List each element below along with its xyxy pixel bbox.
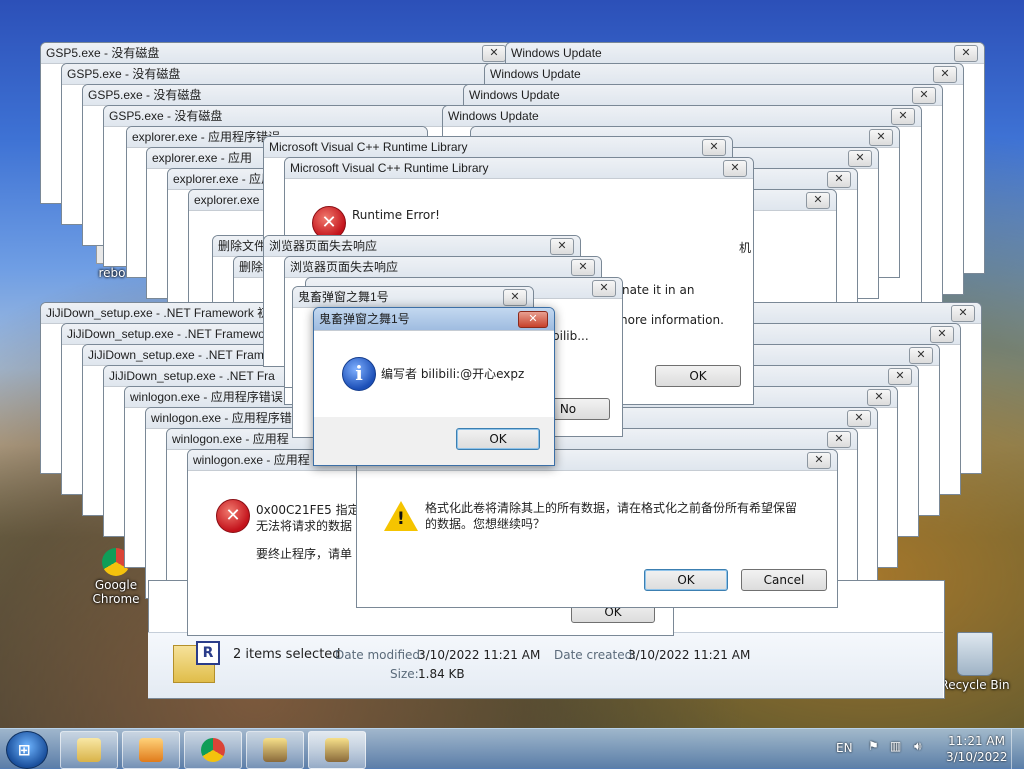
desktop-icon-label: rebo [98,266,126,280]
character-app-icon [325,738,349,762]
close-button[interactable]: ✕ [550,238,574,255]
close-button[interactable]: ✕ [482,45,506,62]
media-player-icon [139,738,163,762]
selected-count: 2 items selected [233,647,341,662]
network-icon[interactable]: ▥ [890,739,901,753]
volume-icon[interactable]: 🔊︎ [914,739,922,754]
close-button[interactable]: ✕ [702,139,726,156]
window-title: GSP5.exe - 没有磁盘 [62,64,532,85]
browser-message: bilib... [552,329,589,343]
desktop-icon-label: Google Chrome [92,578,140,606]
created-value: 3/10/2022 11:21 AM [628,648,751,662]
close-button[interactable]: ✕ [867,389,891,406]
close-button[interactable]: ✕ [912,87,936,104]
start-button[interactable]: ⊞ [6,731,48,769]
window-body: ! 格式化此卷将清除其上的所有数据，请在格式化之前备份所有希望保留 的数据。您想… [357,471,837,607]
windows-logo-icon: ⊞ [18,741,31,759]
close-button[interactable]: ✕ [848,150,872,167]
format-message-line-2: 的数据。您想继续吗？ [425,517,546,531]
ok-button[interactable]: OK [644,569,728,591]
runtime-error-heading: Runtime Error! [352,208,440,222]
window-title: Windows Update [464,85,942,106]
modified-value: 3/10/2022 11:21 AM [418,648,541,662]
cancel-button[interactable]: Cancel [741,569,827,591]
close-button[interactable]: ✕ [951,305,975,322]
folder-icon [77,738,101,762]
close-button[interactable]: ✕ [723,160,747,177]
explorer-details-pane: R 2 items selected Date modified: 3/10/2… [148,632,943,698]
ok-button[interactable]: OK [456,428,540,450]
error-line-2: 无法将请求的数据 [256,519,353,533]
close-button[interactable]: ✕ [888,368,912,385]
r-badge-icon: R [196,641,220,665]
created-label: Date created: [554,648,637,662]
ok-button[interactable]: OK [655,365,741,387]
close-button[interactable]: ✕ [954,45,978,62]
window-body: i 编写者 bilibili:@开心expz OK [314,331,554,465]
close-button[interactable]: ✕ [571,259,595,276]
guichu-dialog[interactable]: 鬼畜弹窗之舞1号 ✕ i 编写者 bilibili:@开心expz OK [313,307,555,466]
info-icon: i [342,357,376,391]
language-indicator[interactable]: EN [836,741,853,755]
window-title: 鬼畜弹窗之舞1号 [293,287,533,308]
close-button[interactable]: ✕ [592,280,616,297]
runtime-error-line-1: 机 上)。 [739,241,753,255]
taskbar-media-player-button[interactable] [122,731,180,769]
clock-date[interactable]: 3/10/2022 [946,750,1008,764]
recycle-bin-icon [957,632,993,676]
error-line-3: 要终止程序，请单 [256,547,353,561]
close-button[interactable]: ✕ [909,347,933,364]
taskbar-app-button-2[interactable] [308,731,366,769]
window-title: Windows Update [443,106,921,127]
close-button[interactable]: ✕ [503,289,527,306]
format-warning-dialog[interactable]: ✕ ! 格式化此卷将清除其上的所有数据，请在格式化之前备份所有希望保留 的数据。… [356,449,838,608]
close-button[interactable]: ✕ [933,66,957,83]
character-app-icon [263,738,287,762]
window-title: 浏览器页面失去响应 [264,236,580,257]
close-button[interactable]: ✕ [827,431,851,448]
close-button[interactable]: ✕ [827,171,851,188]
close-button[interactable]: ✕ [518,311,548,328]
runtime-error-line-2: nate it in an [622,283,695,297]
close-button[interactable]: ✕ [806,192,830,209]
close-button[interactable]: ✕ [891,108,915,125]
runtime-error-line-3: nore information. [620,313,724,327]
window-title: Windows Update [485,64,963,85]
close-button[interactable]: ✕ [930,326,954,343]
window-title: Microsoft Visual C++ Runtime Library [264,137,732,158]
author-message: 编写者 bilibili:@开心expz [381,367,525,381]
taskbar-explorer-button[interactable] [60,731,118,769]
close-button[interactable]: ✕ [869,129,893,146]
show-desktop-button[interactable] [1011,729,1024,769]
action-center-icon[interactable]: ⚑ [868,739,879,753]
modified-label: Date modified: [335,648,425,662]
taskbar-chrome-button[interactable] [184,731,242,769]
error-icon: ✕ [216,499,250,533]
desktop-icon-recycle-bin[interactable]: Recycle Bin [935,632,1015,692]
taskbar: ⊞ EN ⚑ ▥ 🔊︎ 11:21 AM 3/10/2022 [0,728,1024,769]
chrome-icon [201,738,225,762]
warning-icon: ! [384,501,418,531]
window-title: GSP5.exe - 没有磁盘 [41,43,511,64]
close-button[interactable]: ✕ [847,410,871,427]
window-title: 浏览器页面失去响应 [285,257,601,278]
format-message-line-1: 格式化此卷将清除其上的所有数据，请在格式化之前备份所有希望保留 [425,501,798,515]
size-value: 1.84 KB [418,667,465,681]
taskbar-app-button-1[interactable] [246,731,304,769]
window-title: Microsoft Visual C++ Runtime Library [285,158,753,179]
desktop-icon-label: Recycle Bin [940,678,1010,692]
close-button[interactable]: ✕ [807,452,831,469]
error-line-1: 0x00C21FE5 指定引 [256,503,372,517]
clock-time[interactable]: 11:21 AM [948,734,1005,748]
window-title: Windows Update [506,43,984,64]
size-label: Size: [390,667,419,681]
